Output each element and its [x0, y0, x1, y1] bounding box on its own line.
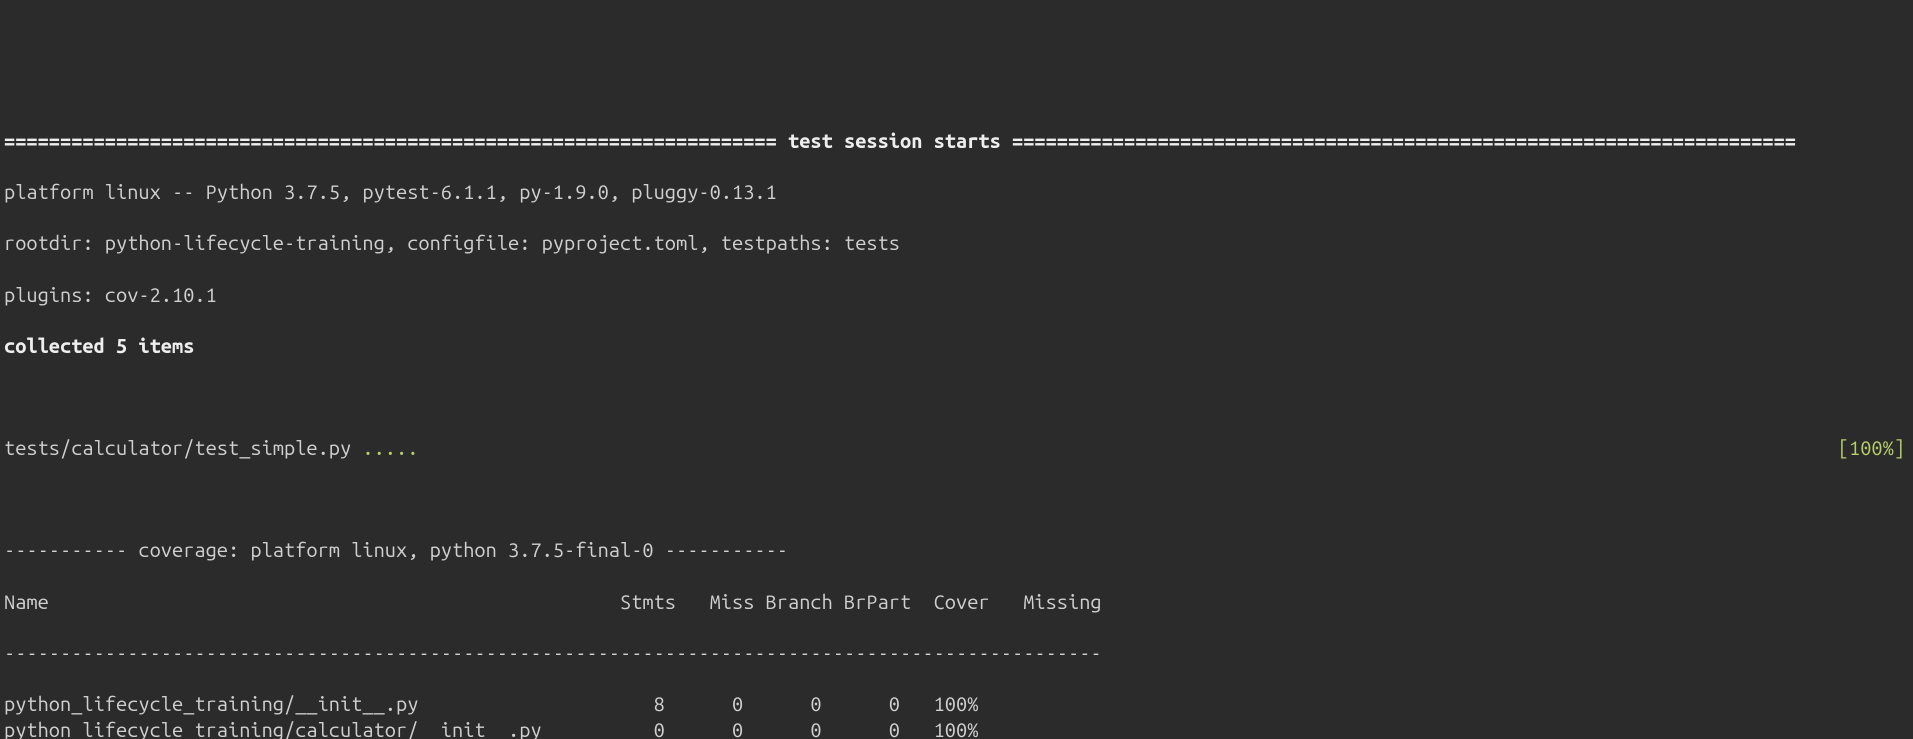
collected-line: collected 5 items [4, 334, 194, 357]
terminal-output: ========================================… [0, 102, 1913, 739]
test-progress: [100%] [1838, 435, 1905, 461]
test-dots: ..... [362, 436, 418, 459]
coverage-heading: ----------- coverage: platform linux, py… [4, 537, 1909, 563]
coverage-row: python_lifecycle_training/calculator/__i… [4, 717, 1909, 739]
platform-line: platform linux -- Python 3.7.5, pytest-6… [4, 179, 1909, 205]
plugins-line: plugins: cov-2.10.1 [4, 282, 1909, 308]
test-file: tests/calculator/test_simple.py [4, 436, 362, 459]
coverage-table-header: Name Stmts Miss Branch BrPart Cover Miss… [4, 589, 1909, 615]
session-header-line: ========================================… [4, 129, 1796, 152]
rootdir-line: rootdir: python-lifecycle-training, conf… [4, 230, 1909, 256]
coverage-dash-top: ----------------------------------------… [4, 640, 1909, 666]
